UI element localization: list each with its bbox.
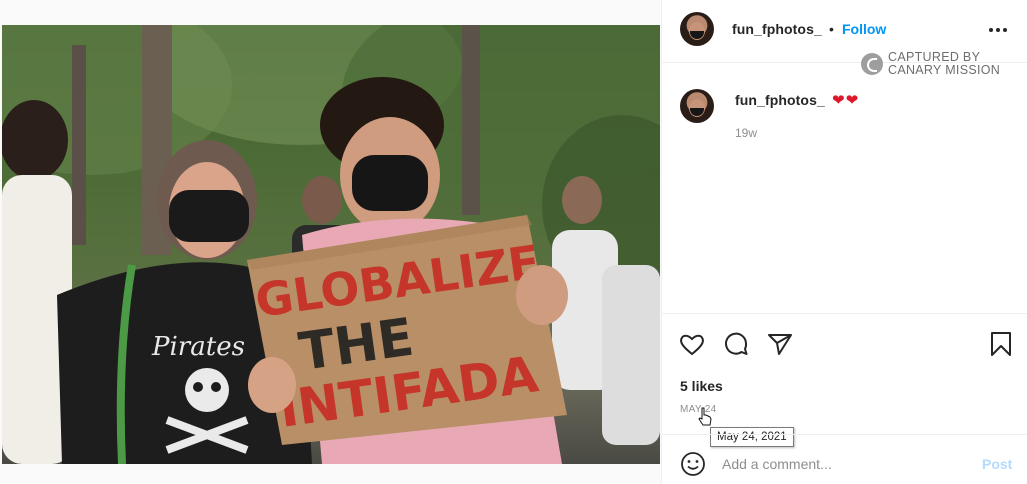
author-avatar[interactable] [680,12,714,46]
photo-illustration: Pirates GLOBALIZE THE INTIFADA [2,25,660,464]
watermark-line-2: CANARY MISSION [888,63,1001,77]
hand-cursor-icon [698,407,712,427]
likes-count[interactable]: 5 likes [680,378,723,394]
comment-bar: Post [662,434,1027,484]
caption-avatar[interactable] [680,89,714,123]
post-side-panel: fun_fphotos_ • Follow CAPTURED BY CANARY… [661,0,1027,484]
separator-dot: • [829,21,834,37]
comment-input[interactable] [722,454,962,474]
caption-text: ❤❤ [832,92,860,109]
post-photo[interactable]: Pirates GLOBALIZE THE INTIFADA [2,25,660,464]
more-options-icon[interactable] [988,19,1008,39]
comment-icon[interactable] [722,330,750,358]
bookmark-icon[interactable] [987,330,1015,358]
post-comment-button[interactable]: Post [982,456,1012,472]
heart-icon[interactable] [678,330,706,358]
post-actions: 5 likes MAY 24 May 24, 2021 [662,313,1027,447]
instagram-post-view: Pirates GLOBALIZE THE INTIFADA fun_fphot… [0,0,1027,484]
shirt-text: Pirates [151,332,245,362]
caption-username[interactable]: fun_fphotos_ [735,92,825,108]
canary-logo-icon [861,53,883,75]
follow-button[interactable]: Follow [842,21,886,37]
caption-age[interactable]: 19w [735,126,757,140]
post-media-area: Pirates GLOBALIZE THE INTIFADA [0,0,661,484]
smiley-icon[interactable] [680,451,706,477]
canary-mission-watermark: CAPTURED BY CANARY MISSION [861,51,1021,79]
author-username[interactable]: fun_fphotos_ [732,21,822,37]
paper-plane-icon[interactable] [766,330,794,358]
